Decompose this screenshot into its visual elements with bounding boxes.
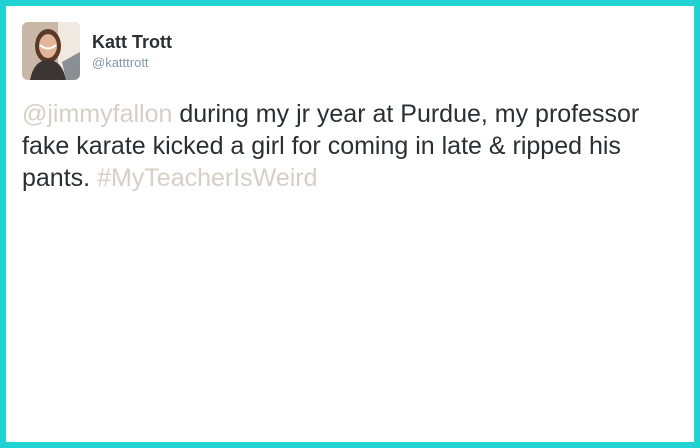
mention-link[interactable]: @jimmyfallon [22, 100, 172, 128]
author-names: Katt Trott @katttrott [92, 32, 172, 70]
tweet-card: Katt Trott @katttrott @jimmyfallon durin… [6, 6, 694, 442]
tweet-header: Katt Trott @katttrott [22, 22, 172, 80]
profile-photo-icon [22, 22, 80, 80]
display-name[interactable]: Katt Trott [92, 32, 172, 52]
user-handle[interactable]: @katttrott [92, 55, 172, 70]
tweet-text: @jimmyfallon during my jr year at Purdue… [22, 98, 682, 194]
avatar[interactable] [22, 22, 80, 80]
hashtag-link[interactable]: #MyTeacherIsWeird [97, 164, 317, 192]
